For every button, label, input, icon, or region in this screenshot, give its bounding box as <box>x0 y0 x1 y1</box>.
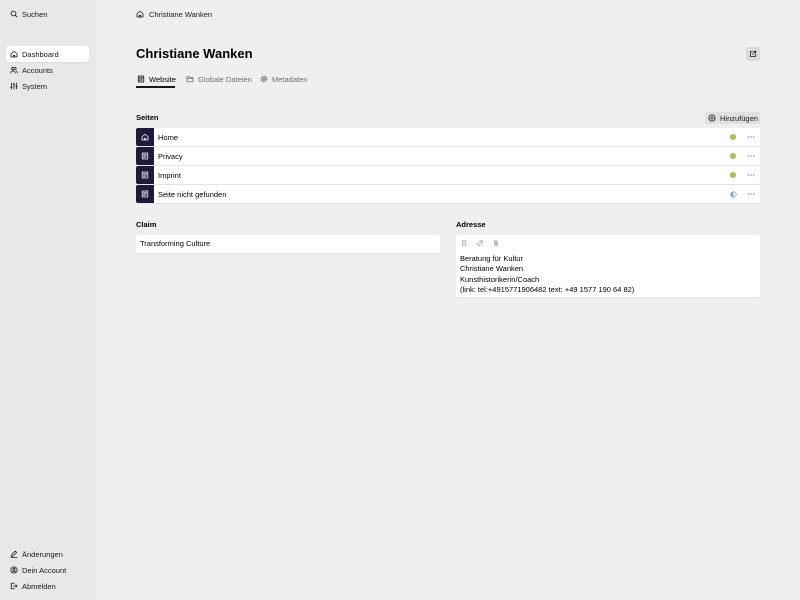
section-title-seiten: Seiten <box>136 113 159 122</box>
sidebar-item-system[interactable]: System <box>6 78 89 94</box>
page-icon-tile <box>136 128 154 146</box>
search-button[interactable]: Suchen <box>6 6 89 22</box>
address-line: Christiane Wanken <box>460 264 524 274</box>
page-icon <box>141 190 149 198</box>
sidebar-item-accounts[interactable]: Accounts <box>6 62 89 78</box>
claim-input[interactable]: Transforming Culture <box>136 235 440 253</box>
page-title: Christiane Wanken <box>136 46 253 61</box>
home-icon[interactable] <box>136 10 144 18</box>
sidebar-item-account[interactable]: Dein Account <box>6 562 89 578</box>
tab-website[interactable]: Website <box>137 72 176 86</box>
address-line: (link: tel:+4915771906482 text: +49 1577… <box>460 285 635 295</box>
edit-icon <box>10 550 18 558</box>
address-label: Adresse <box>456 220 486 229</box>
bold-button[interactable] <box>456 235 472 251</box>
list-item[interactable]: Imprint <box>136 166 760 184</box>
tab-label: Globale Dateien <box>198 74 252 84</box>
dots-icon <box>747 190 755 198</box>
page-icon <box>141 152 149 160</box>
status-listed-icon <box>730 153 736 159</box>
home-icon <box>10 50 18 58</box>
search-icon <box>10 10 18 18</box>
sliders-icon <box>10 82 18 90</box>
list-item-title[interactable]: Privacy <box>154 152 724 161</box>
sidebar-item-label: System <box>22 81 48 91</box>
open-site-button[interactable] <box>746 47 760 61</box>
address-line: Kunsthistorikerin/Coach <box>460 274 540 284</box>
sidebar-item-changes[interactable]: Änderungen <box>6 546 89 562</box>
page-icon-tile <box>136 185 154 203</box>
open-icon <box>749 50 757 58</box>
add-page-label: Hinzufügen <box>720 113 758 123</box>
address-text[interactable]: Beratung für Kultur Christiane Wanken Ku… <box>460 254 634 296</box>
bold-icon <box>460 239 468 247</box>
list-item[interactable]: Seite nicht gefunden <box>136 185 760 203</box>
address-textarea[interactable]: Beratung für Kultur Christiane Wanken Ku… <box>456 235 760 297</box>
list-item-title[interactable]: Imprint <box>154 171 724 180</box>
sidebar-item-label: Abmelden <box>22 581 56 591</box>
logout-icon <box>10 582 18 590</box>
list-item-title[interactable]: Home <box>154 133 724 142</box>
claim-label: Claim <box>136 220 157 229</box>
link-button[interactable] <box>472 235 488 251</box>
options-button[interactable] <box>742 128 760 146</box>
sidebar: Suchen Dashboard Accounts System Änderun… <box>0 0 96 600</box>
address-line: Beratung für Kultur <box>460 254 523 263</box>
breadcrumb: Christiane Wanken <box>136 6 212 22</box>
home-icon <box>141 133 149 141</box>
list-item-title[interactable]: Seite nicht gefunden <box>154 190 724 199</box>
tab-label: Metadaten <box>272 74 308 84</box>
dots-icon <box>747 171 755 179</box>
add-icon <box>708 114 716 122</box>
tab-metadaten[interactable]: Metadaten <box>260 72 307 86</box>
tab-label: Website <box>149 74 176 84</box>
attachment-button[interactable] <box>488 235 504 251</box>
page-icon <box>141 171 149 179</box>
sidebar-item-label: Dashboard <box>22 49 59 59</box>
status-button[interactable] <box>724 128 742 146</box>
sidebar-item-dashboard[interactable]: Dashboard <box>6 46 89 62</box>
pages-list: Home Privacy Imprint Seite nicht gefunde… <box>136 128 760 204</box>
link-icon <box>476 239 484 247</box>
tab-active-indicator <box>136 86 175 88</box>
dots-icon <box>747 133 755 141</box>
options-button[interactable] <box>742 147 760 165</box>
add-page-button[interactable]: Hinzufügen <box>705 112 760 124</box>
list-item[interactable]: Home <box>136 128 760 146</box>
gear-icon <box>260 75 268 83</box>
status-button[interactable] <box>724 185 742 203</box>
tab-globale-dateien[interactable]: Globale Dateien <box>186 72 252 86</box>
status-listed-icon <box>730 134 736 140</box>
attachment-icon <box>492 239 500 247</box>
page-icon-tile <box>136 147 154 165</box>
page-icon <box>137 75 145 83</box>
sidebar-item-label: Änderungen <box>22 549 63 559</box>
status-button[interactable] <box>724 166 742 184</box>
status-listed-icon <box>730 172 736 178</box>
sidebar-item-label: Dein Account <box>22 565 67 575</box>
sidebar-item-label: Accounts <box>22 65 53 75</box>
list-item[interactable]: Privacy <box>136 147 760 165</box>
options-button[interactable] <box>742 166 760 184</box>
dots-icon <box>747 152 755 160</box>
options-button[interactable] <box>742 185 760 203</box>
search-label: Suchen <box>22 9 48 19</box>
textarea-toolbar <box>456 235 504 251</box>
status-button[interactable] <box>724 147 742 165</box>
user-circle-icon <box>10 566 18 574</box>
page-icon-tile <box>136 166 154 184</box>
folder-icon <box>186 75 194 83</box>
status-unlisted-icon <box>729 190 737 198</box>
users-icon <box>10 66 18 74</box>
sidebar-item-logout[interactable]: Abmelden <box>6 578 89 594</box>
breadcrumb-item[interactable]: Christiane Wanken <box>149 10 212 19</box>
